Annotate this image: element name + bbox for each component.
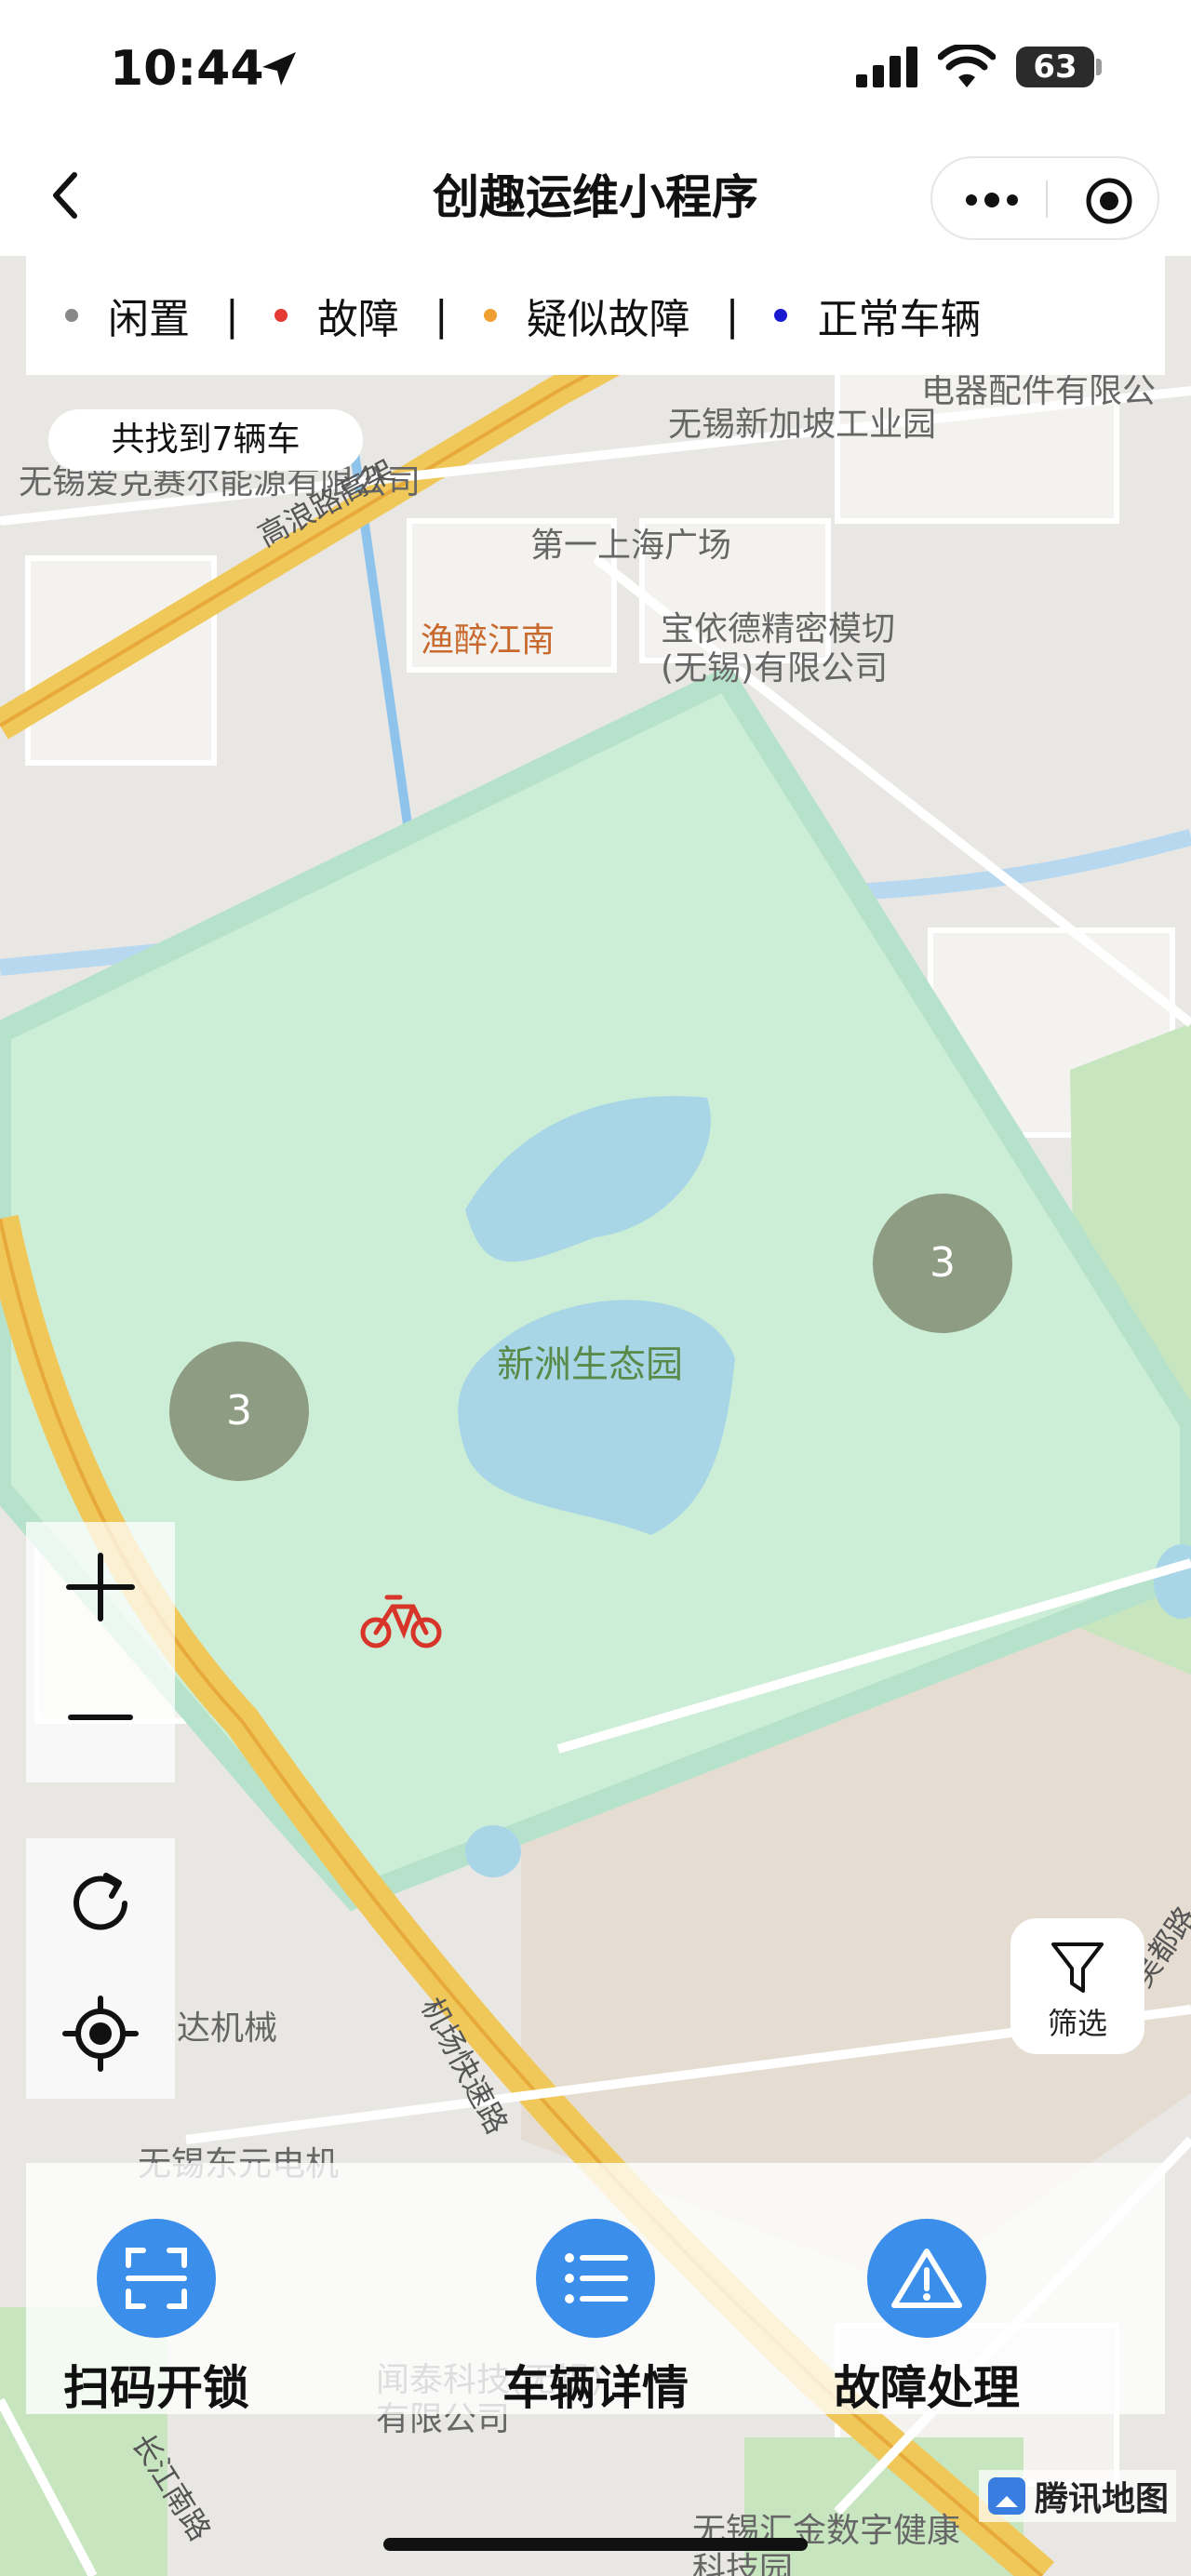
refresh-button[interactable] xyxy=(26,1838,175,1969)
mini-program-capsule xyxy=(930,156,1159,240)
more-icon[interactable] xyxy=(964,188,1020,212)
home-indicator[interactable] xyxy=(383,2538,808,2551)
legend-item-idle: 闲置 xyxy=(65,286,190,345)
action-bar: 扫码开锁 车辆详情 故障处理 xyxy=(26,2163,1165,2415)
tencent-map-logo-icon xyxy=(988,2477,1025,2515)
status-time: 10:44 xyxy=(110,41,264,97)
legend-label-normal: 正常车辆 xyxy=(817,296,982,343)
map-label-poi6: 电器配件有限公 xyxy=(921,372,1157,410)
legend-item-fault: 故障 xyxy=(274,286,399,345)
locate-button[interactable] xyxy=(26,1969,175,2099)
scan-icon xyxy=(126,2248,187,2309)
fault-handling-label: 故障处理 xyxy=(834,2361,1020,2415)
minus-icon xyxy=(68,1715,133,1720)
vehicle-count-label: 共找到7辆车 xyxy=(48,409,363,471)
scan-unlock-button[interactable]: 扫码开锁 xyxy=(26,2219,287,2418)
status-legend: 闲置 | 故障 | 疑似故障 | 正常车辆 xyxy=(26,256,1165,375)
scan-unlock-label: 扫码开锁 xyxy=(63,2361,249,2415)
locate-icon xyxy=(62,1995,139,2072)
zoom-out-button[interactable] xyxy=(26,1652,175,1782)
map-tools xyxy=(26,1838,175,2099)
zoom-in-button[interactable] xyxy=(26,1522,175,1652)
map-label-poi2: 渔醉江南 xyxy=(421,621,555,660)
map-attribution-text: 腾讯地图 xyxy=(1035,2480,1170,2518)
battery-indicator: 63 xyxy=(1016,47,1094,87)
bike-icon xyxy=(360,1595,442,1648)
list-icon-circle xyxy=(536,2219,655,2338)
list-icon xyxy=(565,2253,628,2303)
wifi-icon xyxy=(938,45,996,87)
filter-label: 筛选 xyxy=(1047,2006,1107,2041)
app-root: 无锡新加坡工业园 电器配件有限公 无锡爱克赛尔能源有限公司 高浪路高架 第一上海… xyxy=(0,0,1191,2576)
navigation-bar: 创趣运维小程序 xyxy=(0,140,1191,256)
scan-icon-circle xyxy=(97,2219,216,2338)
vehicle-details-label: 车辆详情 xyxy=(502,2361,689,2415)
capsule-divider xyxy=(1046,180,1048,218)
funnel-icon xyxy=(1051,1942,1104,1993)
warning-icon xyxy=(891,2249,962,2308)
legend-separator: | xyxy=(434,291,448,340)
legend-dot-normal xyxy=(774,309,788,322)
legend-separator: | xyxy=(725,291,740,340)
legend-item-suspected: 疑似故障 xyxy=(483,286,690,345)
map-label-park: 新洲生态园 xyxy=(497,1343,683,1386)
close-miniprogram-icon[interactable] xyxy=(1085,177,1133,225)
map-label-poi3: 宝依德精密模切(无锡)有限公司 xyxy=(661,610,896,687)
zoom-controls xyxy=(26,1522,175,1782)
legend-dot-fault xyxy=(274,309,288,322)
fault-handling-button[interactable]: 故障处理 xyxy=(796,2219,1057,2418)
filter-button[interactable]: 筛选 xyxy=(1010,1918,1144,2054)
legend-dot-suspected xyxy=(483,309,497,322)
map-label-poi8: 达机械 xyxy=(177,2009,278,2048)
legend-item-normal: 正常车辆 xyxy=(774,286,981,345)
legend-dot-idle xyxy=(65,309,78,322)
vehicle-cluster[interactable]: 3 xyxy=(169,1341,309,1481)
map-attribution: 腾讯地图 xyxy=(979,2470,1177,2522)
legend-label-suspected: 疑似故障 xyxy=(526,296,690,343)
map-label-poi4: 无锡新加坡工业园 xyxy=(668,406,937,444)
location-arrow-icon xyxy=(262,52,296,86)
legend-separator: | xyxy=(225,291,239,340)
plus-icon xyxy=(66,1553,135,1622)
vehicle-cluster[interactable]: 3 xyxy=(873,1194,1012,1333)
refresh-icon xyxy=(74,1873,127,1930)
vehicle-details-button[interactable]: 车辆详情 xyxy=(465,2219,726,2418)
signal-icon xyxy=(856,47,917,87)
battery-cap xyxy=(1096,59,1102,75)
warning-icon-circle xyxy=(867,2219,986,2338)
map-label-poi1: 第一上海广场 xyxy=(530,527,732,565)
legend-label-fault: 故障 xyxy=(316,296,399,343)
status-bar: 10:44 63 xyxy=(0,0,1191,140)
legend-label-idle: 闲置 xyxy=(108,296,190,343)
